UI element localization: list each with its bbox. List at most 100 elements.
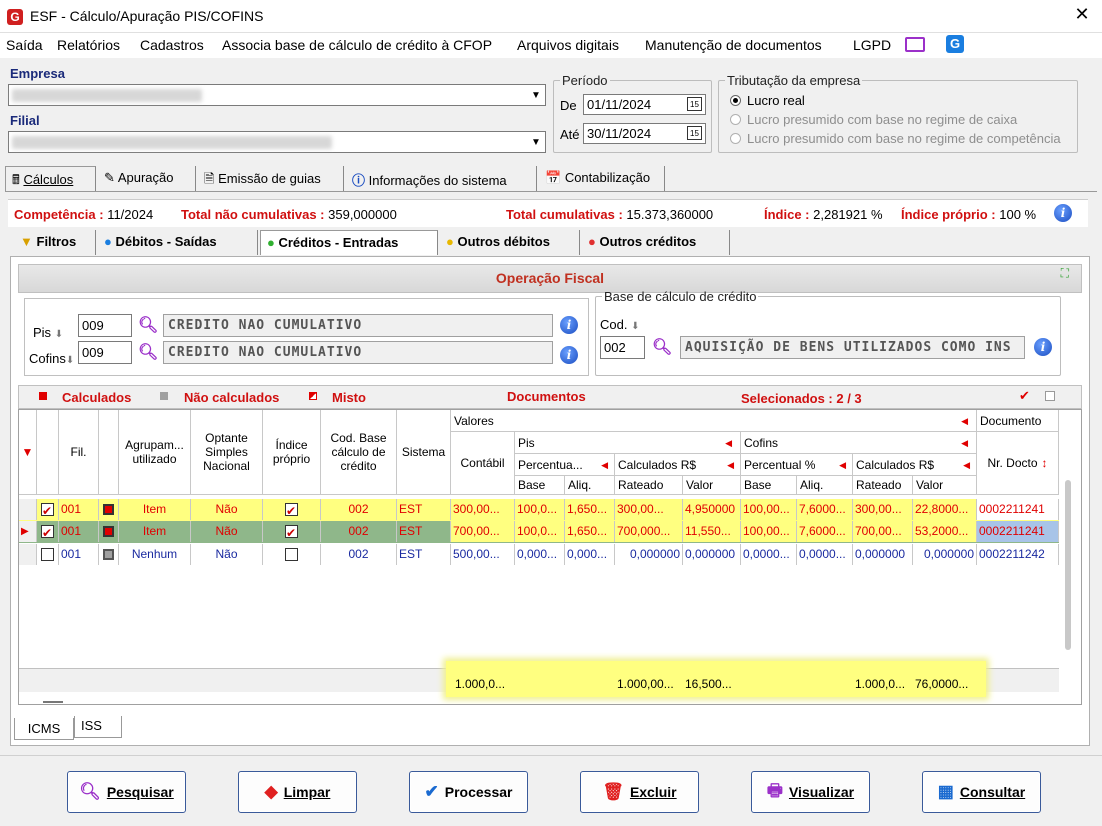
- indice: Índice : 2,281921 %: [764, 207, 883, 222]
- processar-button[interactable]: ✔ Processar: [409, 771, 528, 813]
- misto-label: Misto: [332, 390, 366, 405]
- col-pis-percentual[interactable]: Percentua... ◀: [515, 454, 615, 476]
- tab-iss[interactable]: ISS: [74, 716, 122, 738]
- indice-proprio-checkbox[interactable]: [285, 523, 298, 542]
- radio-lucro-presumido-competencia[interactable]: Lucro presumido com base no regime de co…: [730, 131, 1061, 146]
- tab-apuracao[interactable]: ✎ Apuração: [98, 166, 196, 191]
- col-sistema[interactable]: Sistema: [397, 410, 451, 495]
- calendar-icon[interactable]: 15: [687, 97, 702, 111]
- cofins-code-input[interactable]: 009: [78, 341, 132, 364]
- chevron-down-icon[interactable]: ▼: [529, 88, 543, 103]
- pis-label: Pis ⬇: [33, 325, 64, 340]
- radio-lucro-real[interactable]: Lucro real: [730, 93, 805, 108]
- pesquisar-button[interactable]: 🔍︎ Pesquisar: [67, 771, 186, 813]
- tab-outros-creditos[interactable]: ● Outros créditos: [582, 230, 730, 255]
- horizontal-scrollbar[interactable]: [43, 701, 63, 703]
- tab-contabilizacao[interactable]: 📅 Contabilização: [539, 166, 665, 191]
- uncheck-all-icon[interactable]: [1045, 391, 1055, 401]
- close-icon[interactable]: ✕: [1070, 4, 1094, 25]
- menu-saida[interactable]: Saída: [6, 37, 43, 53]
- limpar-button[interactable]: ◆ Limpar: [238, 771, 357, 813]
- total-cofins-rateado: 1.000,0...: [855, 677, 906, 691]
- monitor-icon[interactable]: [905, 37, 925, 52]
- tab-outros-debitos[interactable]: ● Outros débitos: [440, 230, 580, 255]
- chevron-down-icon[interactable]: ▼: [529, 135, 543, 150]
- col-optante[interactable]: Optante Simples Nacional: [191, 410, 263, 495]
- tab-debitos-saidas[interactable]: ● Débitos - Saídas: [98, 230, 258, 255]
- col-nr-docto[interactable]: Nr. Docto ↕: [977, 432, 1059, 495]
- cod-input[interactable]: 002: [600, 336, 645, 359]
- table-row[interactable]: 001 Item Não 002 EST 300,00... 100,0... …: [19, 499, 1059, 521]
- search-icon[interactable]: 🔍︎: [138, 342, 158, 362]
- col-cod-base[interactable]: Cod. Base cálculo de crédito: [321, 410, 397, 495]
- empresa-select[interactable]: ▼: [8, 84, 546, 106]
- col-fil[interactable]: Fil.: [59, 410, 99, 495]
- indice-proprio-checkbox[interactable]: [285, 501, 298, 520]
- filial-select[interactable]: ▼: [8, 131, 546, 153]
- calculos-icon: 🖩: [12, 172, 20, 187]
- menu-arquivos-digitais[interactable]: Arquivos digitais: [517, 37, 619, 53]
- row-checkbox[interactable]: [41, 548, 54, 562]
- calendar-icon[interactable]: 15: [687, 126, 702, 140]
- radio-lucro-presumido-caixa[interactable]: Lucro presumido com base no regime de ca…: [730, 112, 1017, 127]
- col-cofins-percentual[interactable]: Percentual % ◀: [741, 454, 853, 476]
- menu-manutencao-documentos[interactable]: Manutenção de documentos: [645, 37, 822, 53]
- ate-label: Até: [560, 127, 580, 142]
- info-icon[interactable]: i: [560, 346, 578, 364]
- col-cofins-aliq[interactable]: Aliq.: [797, 476, 853, 495]
- table-row[interactable]: 001 Nenhum Não 002 EST 500,00... 0,000..…: [19, 544, 1059, 566]
- vertical-scrollbar[interactable]: [1065, 480, 1071, 650]
- table-row[interactable]: ▶ 001 Item Não 002 EST 700,00... 100,0..…: [19, 521, 1059, 543]
- row-checkbox[interactable]: [41, 523, 54, 542]
- date-ate-input[interactable]: 30/11/2024 15: [583, 123, 706, 144]
- green-dot-icon: ●: [267, 235, 275, 250]
- date-de-input[interactable]: 01/11/2024 15: [583, 94, 706, 115]
- tab-calculos[interactable]: 🖩 Cálculos: [5, 166, 96, 191]
- col-cofins-base[interactable]: Base: [741, 476, 797, 495]
- brand-g-icon[interactable]: G: [946, 35, 964, 53]
- col-cofins-valor[interactable]: Valor: [913, 476, 977, 495]
- tab-icms[interactable]: ICMS: [14, 718, 74, 740]
- info-icon[interactable]: i: [560, 316, 578, 334]
- red-dot-icon: ●: [588, 234, 596, 249]
- col-pis-calculados[interactable]: Calculados R$ ◀: [615, 454, 741, 476]
- col-agrupamento[interactable]: Agrupam... utilizado: [119, 410, 191, 495]
- pis-desc: CREDITO NAO CUMULATIVO: [163, 314, 553, 337]
- consultar-button[interactable]: ▦ Consultar: [922, 771, 1041, 813]
- indice-proprio-checkbox[interactable]: [285, 548, 298, 562]
- col-contabil[interactable]: Contábil: [451, 432, 515, 495]
- info-icon[interactable]: i: [1054, 204, 1072, 222]
- col-cofins-calculados[interactable]: Calculados R$ ◀: [853, 454, 977, 476]
- sort-icon[interactable]: ▼: [19, 410, 37, 495]
- tab-informacoes[interactable]: ⓘ Informações do sistema: [346, 166, 537, 191]
- info-icon: ⓘ: [352, 173, 366, 188]
- info-icon[interactable]: i: [1034, 338, 1052, 356]
- cod-desc: AQUISIÇÃO DE BENS UTILIZADOS COMO INS: [680, 336, 1025, 359]
- tab-emissao-guias[interactable]: 🗎 Emissão de guias: [198, 166, 344, 191]
- menu-cadastros[interactable]: Cadastros: [140, 37, 204, 53]
- visualizar-button[interactable]: 🖶 Visualizar: [751, 771, 870, 813]
- pis-code-input[interactable]: 009: [78, 314, 132, 337]
- tab-creditos-entradas[interactable]: ● Créditos - Entradas: [260, 230, 438, 255]
- summary-bar: Competência : 11/2024 Total não cumulati…: [8, 199, 1088, 227]
- col-pis-valor[interactable]: Valor: [683, 476, 741, 495]
- empty-area: [19, 567, 1059, 667]
- documents-grid: ▼ Fil. Agrupam... utilizado Optante Simp…: [18, 409, 1082, 705]
- menu-lgpd[interactable]: LGPD: [853, 37, 891, 53]
- col-pis-aliq[interactable]: Aliq.: [565, 476, 615, 495]
- documentos-label: Documentos: [507, 389, 586, 404]
- check-all-icon[interactable]: ✔: [1019, 388, 1030, 404]
- menu-associa-base[interactable]: Associa base de cálculo de crédito à CFO…: [222, 37, 492, 53]
- search-icon[interactable]: 🔍︎: [652, 337, 672, 357]
- search-icon[interactable]: 🔍︎: [138, 315, 158, 335]
- excluir-button[interactable]: 🗑︎ Excluir: [580, 771, 699, 813]
- col-pis-base[interactable]: Base: [515, 476, 565, 495]
- tab-filtros[interactable]: ▼ Filtros: [14, 230, 96, 255]
- operacao-fiscal-title: Operação Fiscal: [495, 270, 605, 286]
- col-cofins-rateado[interactable]: Rateado: [853, 476, 913, 495]
- row-checkbox[interactable]: [41, 501, 54, 520]
- col-pis-rateado[interactable]: Rateado: [615, 476, 683, 495]
- col-indice-proprio[interactable]: Índice próprio: [263, 410, 321, 495]
- menu-relatorios[interactable]: Relatórios: [57, 37, 120, 53]
- expand-icon[interactable]: ⛶: [1061, 267, 1069, 279]
